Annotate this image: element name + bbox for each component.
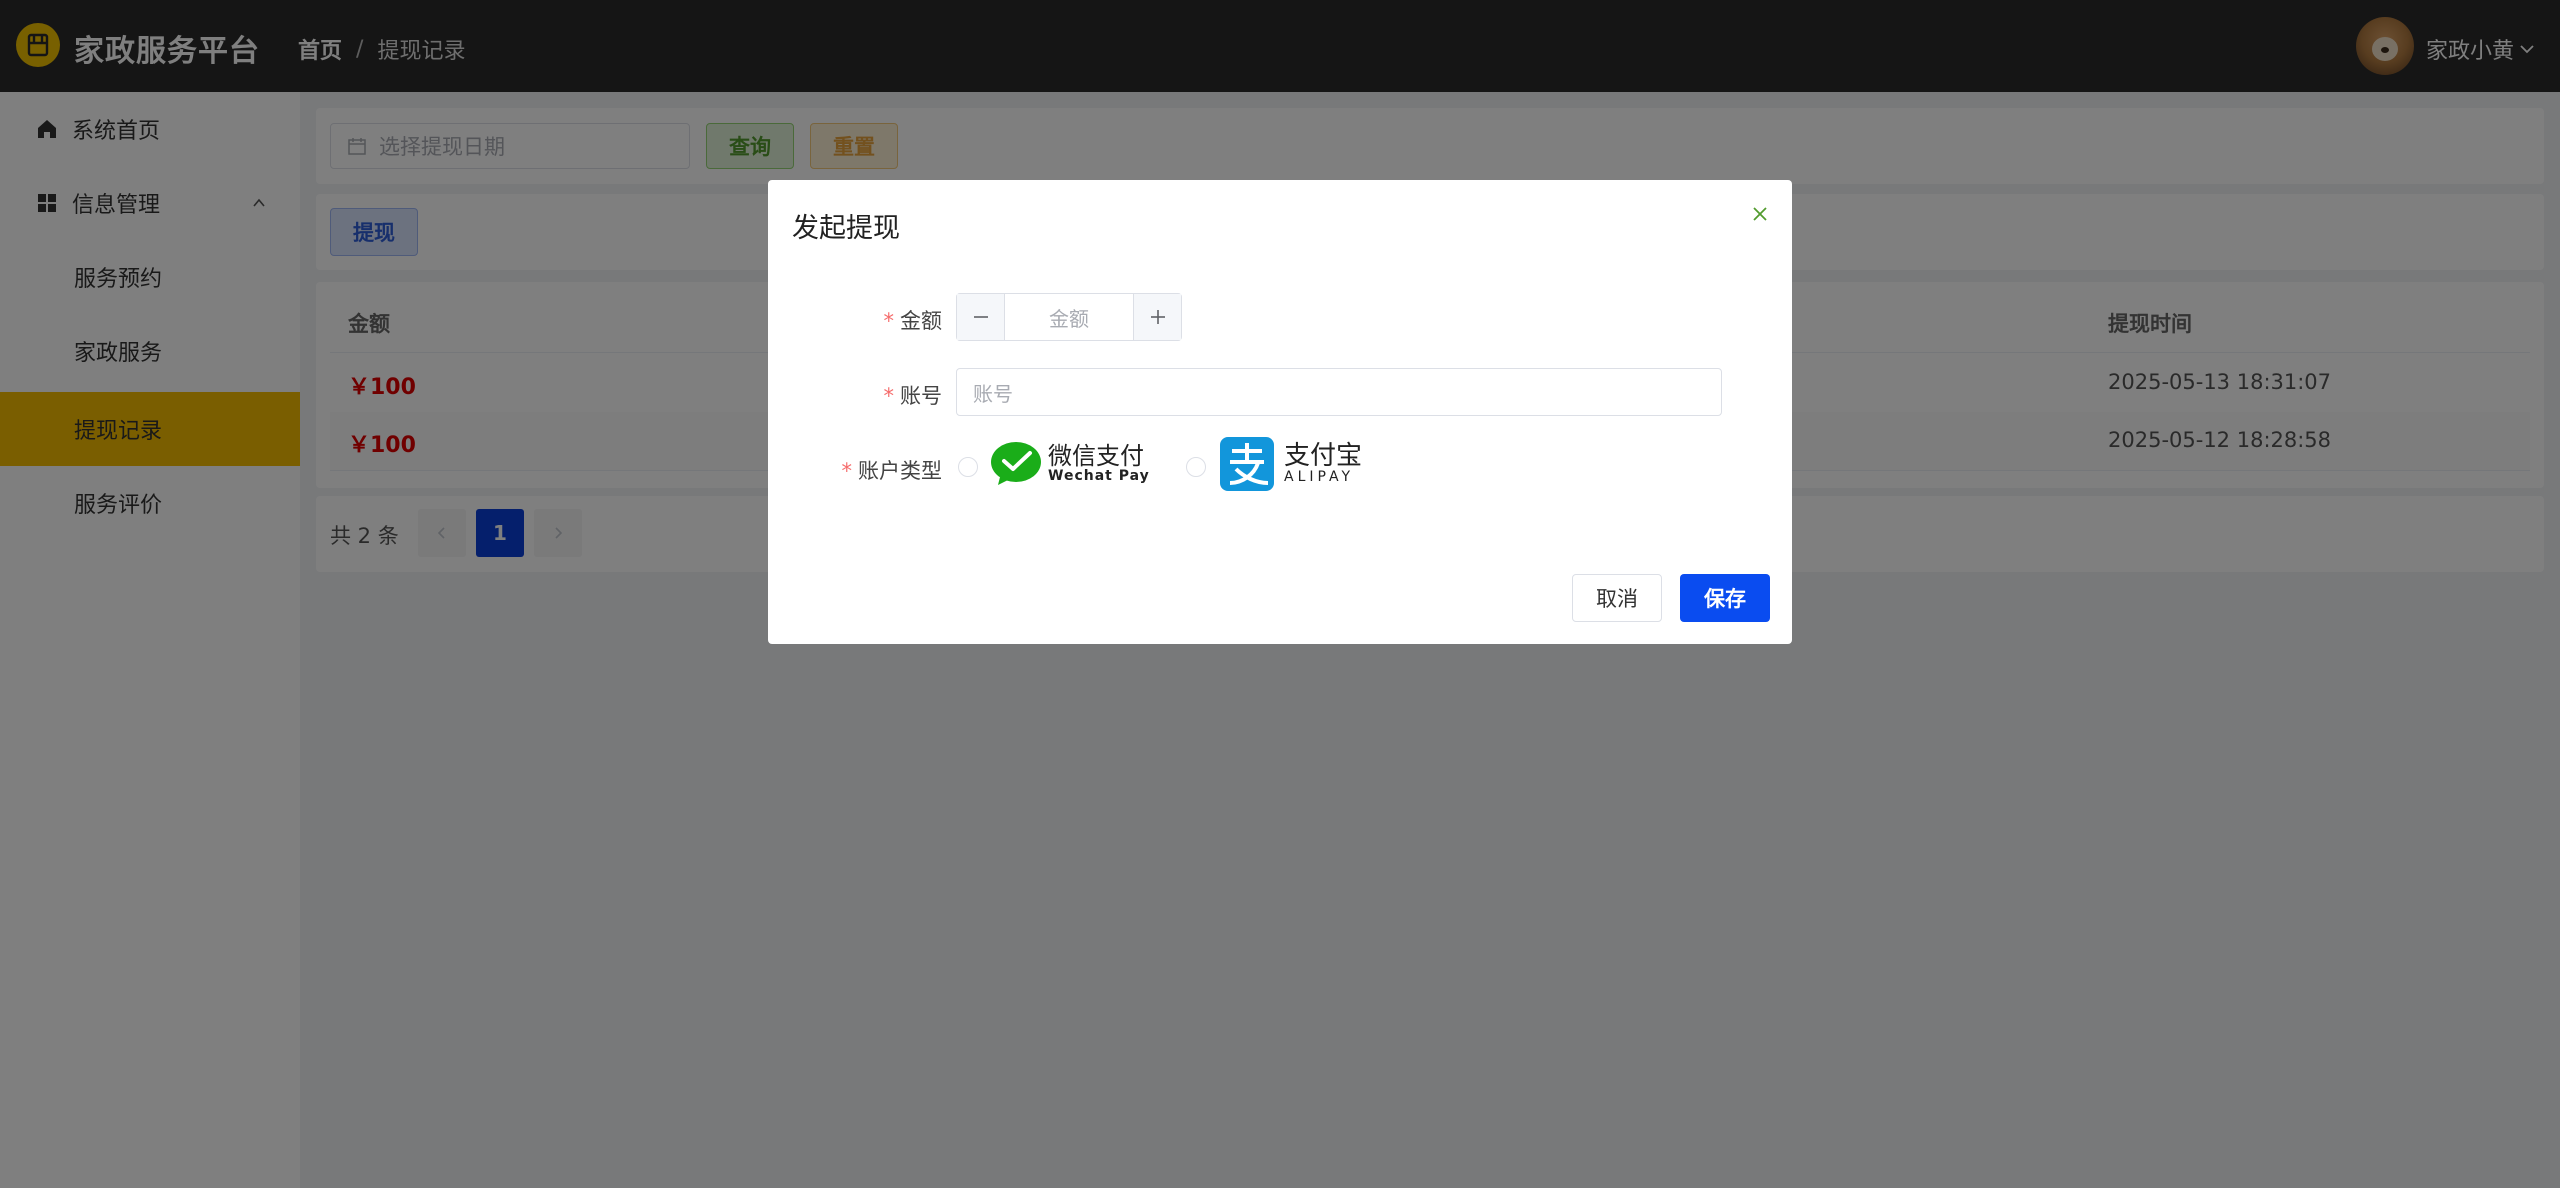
- increment-button[interactable]: [1133, 294, 1181, 340]
- account-label-text: 账号: [900, 384, 942, 408]
- required-mark: *: [841, 459, 853, 483]
- alipay-radio[interactable]: [1186, 457, 1206, 477]
- required-mark: *: [883, 384, 895, 408]
- alipay-icon: [1220, 437, 1274, 491]
- wechat-pay-icon: [991, 442, 1041, 485]
- decrement-button[interactable]: [957, 294, 1005, 340]
- amount-label: * 金额: [742, 305, 943, 335]
- account-placeholder: 账号: [973, 381, 1013, 406]
- account-input[interactable]: 账号: [956, 368, 1722, 416]
- dialog-title: 发起提现: [792, 213, 900, 244]
- account-type-label-text: 账户类型: [858, 459, 942, 483]
- required-mark: *: [883, 309, 895, 333]
- wechat-radio[interactable]: [958, 457, 978, 477]
- wechat-pay-option[interactable]: 微信支付 Wechat Pay: [990, 436, 1150, 492]
- amount-stepper: 金额: [956, 293, 1182, 341]
- save-button[interactable]: 保存: [1680, 574, 1770, 622]
- minus-icon: [973, 316, 988, 318]
- close-icon[interactable]: [1748, 202, 1772, 226]
- alipay-cn: 支付宝: [1284, 441, 1363, 471]
- alipay-en: ALIPAY: [1284, 469, 1355, 486]
- wechat-pay-en: Wechat Pay: [1048, 468, 1150, 485]
- withdraw-dialog: 发起提现 * 金额 金额 * 账号 账号 * 账户类型 微信支付 Wechat Pay: [768, 180, 1792, 644]
- account-label: * 账号: [742, 380, 943, 410]
- amount-input[interactable]: 金额: [1005, 294, 1133, 340]
- cancel-button[interactable]: 取消: [1572, 574, 1662, 622]
- account-type-label: * 账户类型: [742, 455, 943, 485]
- wechat-pay-cn: 微信支付: [1048, 442, 1144, 471]
- plus-icon: [1150, 310, 1165, 324]
- alipay-option[interactable]: 支付宝 ALIPAY: [1220, 436, 1362, 492]
- amount-label-text: 金额: [900, 309, 942, 333]
